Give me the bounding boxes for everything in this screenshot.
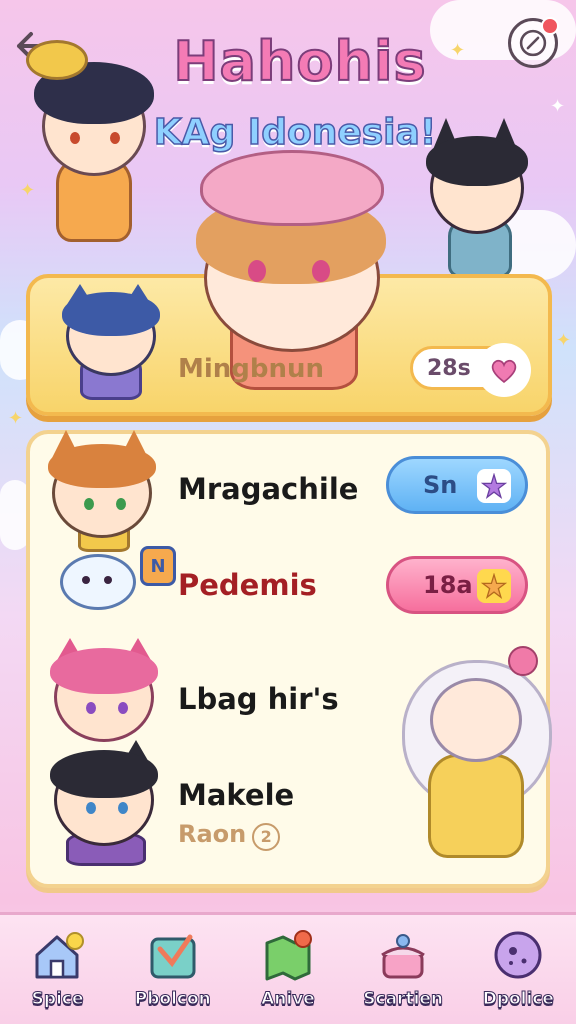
character-cat-girl-black <box>420 118 532 278</box>
nav-label: Spice <box>31 989 84 1010</box>
character-orange-cat-boy <box>46 430 158 552</box>
cookie-icon <box>491 929 545 981</box>
sparkle-icon: ✦ <box>556 330 572 351</box>
nav-label: Scartien <box>363 989 444 1010</box>
notification-dot <box>541 17 559 35</box>
map-icon <box>261 929 315 981</box>
featured-name: Mingbnun <box>178 354 325 384</box>
list-item-name: Makele <box>178 778 295 812</box>
badge-icon: N <box>140 546 176 586</box>
list-item-name: Lbag hir's <box>178 682 339 716</box>
app-title: Hahohis <box>172 29 427 94</box>
star-icon <box>477 469 511 503</box>
list-item-pill-button[interactable]: Sn <box>386 456 528 514</box>
heart-icon <box>477 343 531 397</box>
nav-label: Pbolcon <box>134 989 211 1010</box>
star-icon <box>477 569 511 603</box>
bow-icon <box>508 646 538 676</box>
box-icon <box>146 929 200 981</box>
app-subtitle: KAg Idonesia! <box>153 111 437 154</box>
character-mascot-cat: N <box>60 546 180 612</box>
list-item-pill-button[interactable]: 18a <box>386 556 528 614</box>
featured-badge-value: 28s <box>427 355 471 381</box>
nav-label: Dpolice <box>482 989 554 1010</box>
character-blue-hair <box>58 284 164 404</box>
sparkle-icon: ✦ <box>450 40 466 61</box>
cake-icon <box>376 929 430 981</box>
sub-count-badge: 2 <box>252 823 281 851</box>
list-item-name: Mragachile <box>178 472 359 506</box>
sparkle-icon: ✦ <box>8 408 24 429</box>
character-white-hair-girl <box>400 646 556 864</box>
compass-button[interactable] <box>508 17 559 68</box>
list-item-name: Pedemis <box>178 568 317 602</box>
character-dark-hair-boy <box>48 740 160 866</box>
sparkle-icon: ✦ <box>550 96 566 117</box>
list-item-sub-label: Raon 2 <box>178 820 281 851</box>
nav-item-anive[interactable]: Anive <box>238 929 338 1010</box>
featured-badge[interactable]: 28s <box>410 343 531 397</box>
sub-label-text: Raon <box>178 820 247 848</box>
bottom-navigation: Spice Pbolcon Anive Scartien Dpolice <box>0 912 576 1024</box>
nav-label: Anive <box>261 989 316 1010</box>
character-boy-hat <box>20 40 160 250</box>
house-icon <box>31 929 85 981</box>
pill-value: Sn <box>423 471 458 499</box>
pill-value: 18a <box>423 571 473 599</box>
nav-item-pbolcon[interactable]: Pbolcon <box>123 929 223 1010</box>
nav-item-dpolice[interactable]: Dpolice <box>468 929 568 1010</box>
nav-item-spice[interactable]: Spice <box>8 929 108 1010</box>
nav-item-scartien[interactable]: Scartien <box>353 929 453 1010</box>
character-pink-hair-girl <box>48 634 160 750</box>
